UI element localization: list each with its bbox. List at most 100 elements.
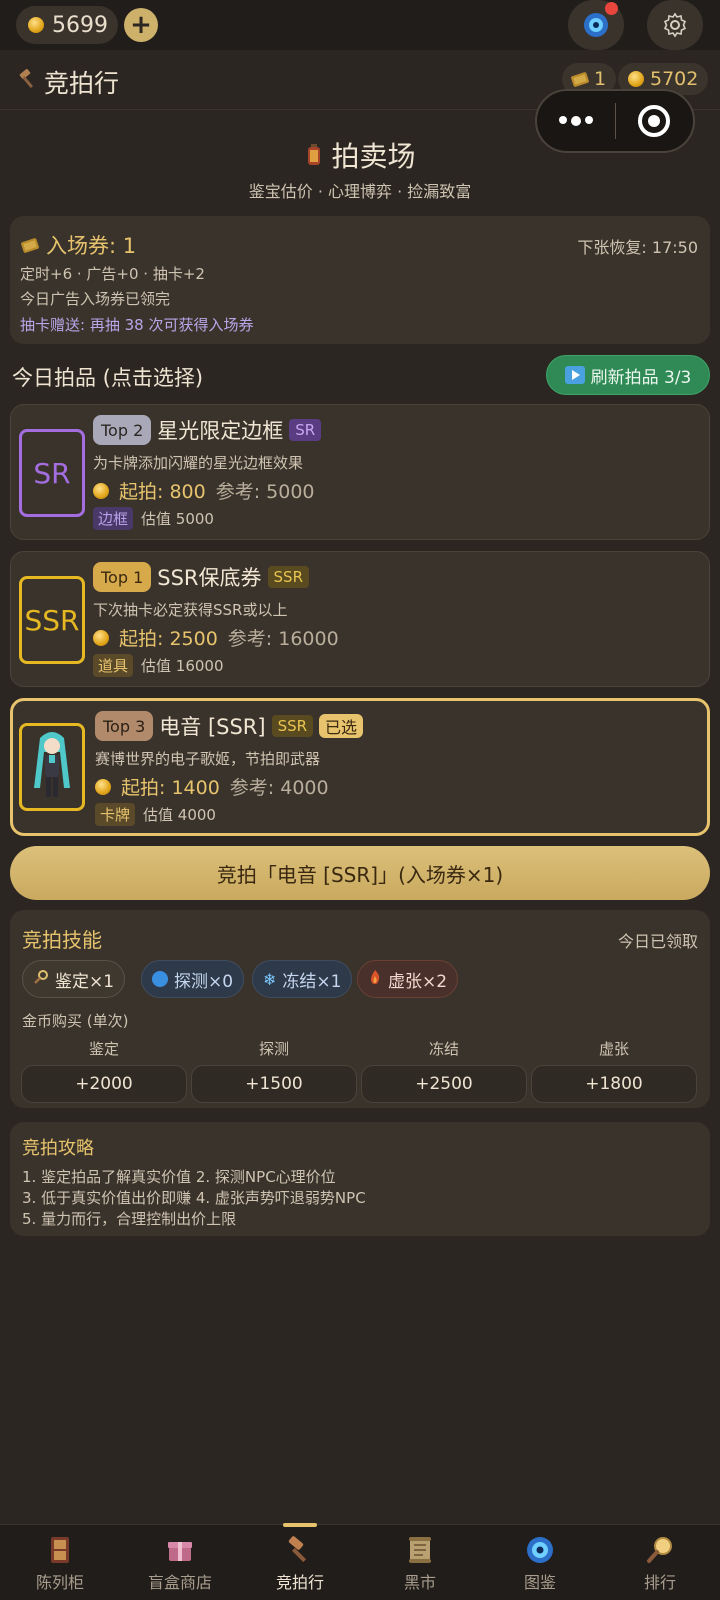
tab-label: 陈列柜 <box>35 1573 84 1592</box>
ticket-count-value: 1 <box>594 68 607 90</box>
tab-blind-box-shop[interactable]: 盲盒商店 <box>120 1525 240 1600</box>
item-estimate: 估值 16000 <box>141 657 224 675</box>
skill-freeze[interactable]: ❄ 冻结×1 <box>252 960 353 998</box>
item-price-row: 起拍: 2500 参考: 16000 <box>93 624 339 651</box>
item-type-tag: 边框 <box>93 507 134 530</box>
coin-balance-value: 5699 <box>52 12 108 38</box>
lantern-icon <box>305 140 332 173</box>
more-button[interactable] <box>537 116 615 126</box>
tips-line: 5. 量力而行，合理控制出价上限 <box>22 1210 237 1228</box>
ticket-sources: 定时+6 · 广告+0 · 抽卡+2 <box>20 265 205 283</box>
ticket-icon <box>20 237 40 253</box>
skill-bluff-label: 虚张×2 <box>388 971 448 992</box>
tab-label: 竞拍行 <box>275 1573 324 1592</box>
item-thumbnail <box>19 723 85 811</box>
item-header: Top 1 SSR保底券 SSR <box>93 562 309 592</box>
ticket-title: 入场券: 1 <box>20 230 136 260</box>
target-icon <box>638 105 671 137</box>
eye-icon <box>584 13 608 37</box>
gift-box-icon <box>165 1535 195 1565</box>
notification-dot <box>605 2 618 15</box>
coin-icon <box>628 71 644 87</box>
skill-probe-label: 探测×0 <box>174 971 234 992</box>
buy-label: 虚张 <box>598 1040 629 1058</box>
rarity-badge: SSR <box>271 715 314 737</box>
auction-tips-card: 竞拍攻略 1. 鉴定拍品了解真实价值 2. 探测NPC心理价位 3. 低于真实价… <box>10 1122 710 1236</box>
buy-appraise-button[interactable]: +2000 <box>21 1065 187 1103</box>
coin-purchase-title: 金币购买 (单次) <box>22 1012 129 1030</box>
tab-collection[interactable]: 图鉴 <box>480 1525 600 1600</box>
skill-bluff[interactable]: 虚张×2 <box>357 960 459 998</box>
skill-appraise[interactable]: 鉴定×1 <box>22 960 126 998</box>
tab-label: 排行 <box>643 1573 676 1592</box>
skill-probe[interactable]: 探测×0 <box>141 960 245 998</box>
item-description: 下次抽卡必定获得SSR或以上 <box>93 601 288 619</box>
coin-icon <box>93 629 109 646</box>
play-icon <box>564 366 585 384</box>
hero-title: 拍卖场 <box>0 135 720 175</box>
ticket-recover-timer: 下张恢复: 17:50 <box>577 238 698 257</box>
tab-label: 盲盒商店 <box>147 1573 212 1592</box>
magnifier-icon <box>33 969 49 990</box>
reference-price: 参考: 5000 <box>215 481 315 503</box>
scroll-icon <box>405 1535 435 1565</box>
buy-appraise: 鉴定 +2000 <box>21 1038 187 1103</box>
item-thumbnail: SSR <box>19 576 85 664</box>
auction-skills-card: 竞拍技能 今日已领取 鉴定×1 探测×0 ❄ 冻结×1 虚张×2 金币购买 (单… <box>10 910 710 1108</box>
ticket-ad-status: 今日广告入场券已领完 <box>20 290 171 308</box>
rarity-badge: SR <box>289 419 322 441</box>
item-estimate: 估值 5000 <box>141 510 214 528</box>
buy-bluff-button[interactable]: +1800 <box>531 1065 697 1103</box>
coin-icon <box>93 482 109 499</box>
tab-ranking[interactable]: 排行 <box>600 1525 720 1600</box>
hammer-icon <box>17 68 39 95</box>
buy-probe: 探测 +1500 <box>191 1038 357 1103</box>
buy-freeze: 冻结 +2500 <box>361 1038 527 1103</box>
start-price: 起拍: 2500 <box>119 628 218 650</box>
item-thumbnail: SR <box>19 429 85 517</box>
gear-icon <box>663 12 687 38</box>
buy-freeze-button[interactable]: +2500 <box>361 1065 527 1103</box>
buy-probe-button[interactable]: +1500 <box>191 1065 357 1103</box>
auction-item-ssr-ticket[interactable]: SSR Top 1 SSR保底券 SSR 下次抽卡必定获得SSR或以上 起拍: … <box>10 551 710 687</box>
bottom-tab-bar: 陈列柜 盲盒商店 竞拍行 黑市 图鉴 排行 <box>0 1523 720 1600</box>
settings-button[interactable] <box>647 0 703 50</box>
selected-badge: 已选 <box>319 714 364 738</box>
buy-label: 鉴定 <box>88 1040 119 1058</box>
refresh-label: 刷新拍品 3/3 <box>590 367 692 388</box>
start-price: 起拍: 1400 <box>121 777 220 799</box>
item-name: SSR保底券 <box>157 566 262 590</box>
auction-item-card-electro[interactable]: Top 3 电音 [SSR] SSR 已选 赛博世界的电子歌姬，节拍即武器 起拍… <box>10 698 710 836</box>
header-coin-value: 5702 <box>650 68 699 90</box>
item-price-row: 起拍: 800 参考: 5000 <box>93 477 315 504</box>
item-name: 星光限定边框 <box>157 419 284 443</box>
tab-auction[interactable]: 竞拍行 <box>240 1523 360 1600</box>
rank-badge: Top 2 <box>93 415 152 445</box>
buy-bluff: 虚张 +1800 <box>531 1038 697 1103</box>
top-bar: 5699 + <box>0 0 720 50</box>
skills-title: 竞拍技能 <box>22 928 102 952</box>
add-coins-button[interactable]: + <box>124 8 158 42</box>
coin-icon <box>28 17 44 33</box>
bid-button[interactable]: 竞拍「电音 [SSR]」(入场券×1) <box>10 846 710 900</box>
item-footer: 边框 估值 5000 <box>93 507 214 530</box>
close-miniprogram-button[interactable] <box>616 105 694 137</box>
rank-badge: Top 3 <box>95 711 154 741</box>
item-description: 为卡牌添加闪耀的星光边框效果 <box>93 454 304 472</box>
hammer-icon <box>285 1535 315 1565</box>
active-tab-indicator <box>283 1523 317 1527</box>
tab-black-market[interactable]: 黑市 <box>360 1525 480 1600</box>
coin-balance: 5699 <box>16 6 118 44</box>
ticket-draw-bonus: 抽卡赠送: 再抽 38 次可获得入场券 <box>20 316 254 334</box>
snowflake-icon: ❄ <box>263 969 277 989</box>
item-footer: 道具 估值 16000 <box>93 654 224 677</box>
rank-badge: Top 1 <box>93 562 152 592</box>
tips-line: 3. 低于真实价值出价即赚 4. 虚张声势吓退弱势NPC <box>22 1189 366 1207</box>
tab-display-cabinet[interactable]: 陈列柜 <box>0 1525 120 1600</box>
auction-item-border[interactable]: SR Top 2 星光限定边框 SR 为卡牌添加闪耀的星光边框效果 起拍: 80… <box>10 404 710 540</box>
refresh-items-button[interactable]: 刷新拍品 3/3 <box>546 355 710 395</box>
ticket-icon <box>570 71 590 87</box>
hero-title-text: 拍卖场 <box>331 140 416 173</box>
cabinet-icon <box>45 1535 75 1565</box>
eye-button[interactable] <box>568 0 624 50</box>
